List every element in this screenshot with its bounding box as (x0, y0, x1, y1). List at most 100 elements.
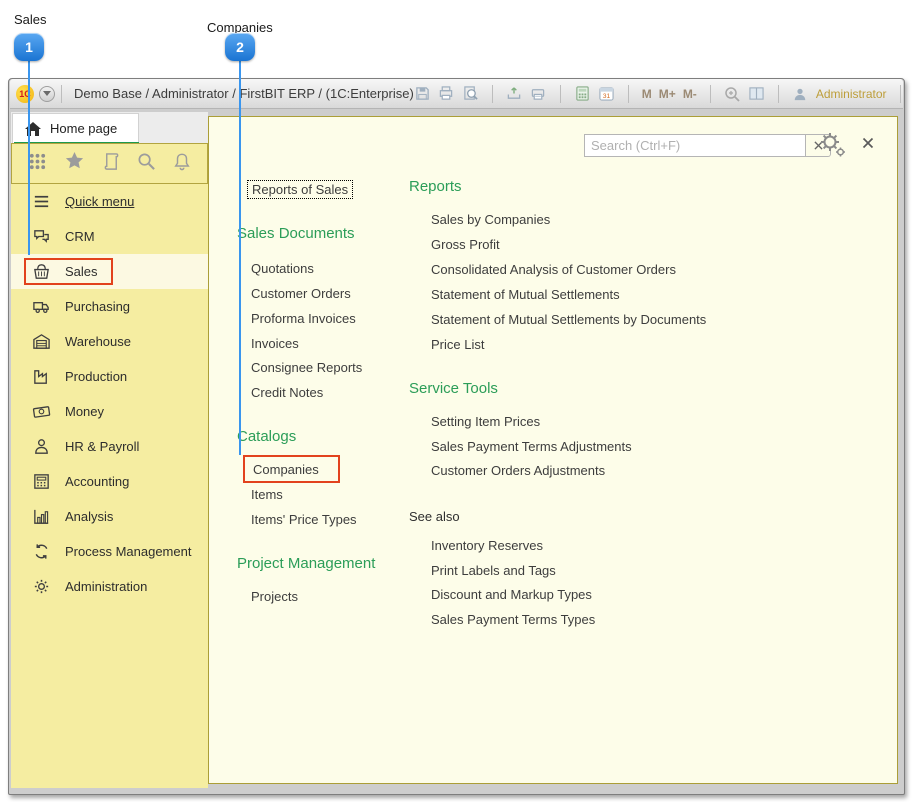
sidebar-item-label: Money (65, 404, 105, 419)
sidebar-item-sales[interactable]: Sales (11, 254, 208, 289)
chat-bubbles-icon (34, 230, 49, 243)
hamburger-icon (34, 195, 49, 208)
apps-grid-icon[interactable] (28, 152, 47, 176)
page: { "annotations": { "callout1": { "label"… (0, 0, 913, 802)
link-statement-by-documents[interactable]: Statement of Mutual Settlements by Docum… (431, 312, 706, 327)
link-invoices[interactable]: Invoices (251, 336, 299, 351)
home-page-panel: Reports of Sales Sales Documents Quotati… (208, 116, 898, 784)
calendar-icon[interactable]: 31 (598, 85, 615, 102)
section-title-sales-documents: Sales Documents (237, 225, 355, 242)
cycle-arrows-icon (35, 544, 48, 559)
link-price-list[interactable]: Price List (431, 337, 484, 352)
link-proforma-invoices[interactable]: Proforma Invoices (251, 311, 356, 326)
sidebar-item-label: CRM (65, 229, 95, 244)
section-title-project-management: Project Management (237, 555, 376, 572)
callout2-line (239, 61, 241, 455)
link-discount-and-markup-types[interactable]: Discount and Markup Types (431, 587, 592, 602)
sidebar-item-label: Process Management (65, 544, 192, 559)
settings-gears-icon[interactable] (817, 131, 847, 159)
divider (559, 84, 561, 103)
search-icon[interactable] (137, 152, 156, 176)
gear-icon (34, 579, 49, 594)
sidebar-item-quick-menu[interactable]: Quick menu (11, 184, 208, 219)
link-print-labels-and-tags[interactable]: Print Labels and Tags (431, 563, 556, 578)
calculator-icon[interactable] (574, 85, 591, 102)
current-user: Administrator (815, 86, 887, 101)
section-title-catalogs: Catalogs (237, 428, 297, 445)
memory-subtract-button[interactable]: M- (683, 87, 697, 101)
link-customer-orders[interactable]: Customer Orders (251, 286, 351, 301)
sidebar-item-analysis[interactable]: Analysis (11, 499, 208, 534)
sidebar-item-production[interactable]: Production (11, 359, 208, 394)
sidebar-item-accounting[interactable]: Accounting (11, 464, 208, 499)
zoom-icon[interactable] (724, 85, 741, 102)
link-reports-of-sales[interactable]: Reports of Sales (247, 180, 354, 199)
split-window-icon[interactable] (748, 85, 765, 102)
memory-add-button[interactable]: M+ (659, 87, 676, 101)
sidebar-item-warehouse[interactable]: Warehouse (11, 324, 208, 359)
print-preview-icon[interactable] (462, 85, 479, 102)
tab-strip: Home page (11, 112, 208, 145)
tab-home-page[interactable]: Home page (12, 113, 139, 145)
link-setting-item-prices[interactable]: Setting Item Prices (431, 414, 540, 429)
1c-logo-icon: 1C (16, 84, 34, 103)
sidebar-item-label: HR & Payroll (65, 439, 140, 454)
history-icon[interactable] (102, 152, 121, 176)
link-consignee-reports[interactable]: Consignee Reports (251, 360, 362, 375)
link-inventory-reserves[interactable]: Inventory Reserves (431, 538, 543, 553)
divider (491, 84, 493, 103)
section-title-reports: Reports (409, 178, 462, 195)
memory-recall-button[interactable]: M (642, 87, 652, 101)
divider (61, 84, 62, 103)
divider (627, 84, 629, 103)
user-icon (792, 85, 809, 102)
sidebar-item-label: Warehouse (65, 334, 131, 349)
link-projects[interactable]: Projects (251, 589, 298, 604)
link-sales-by-companies[interactable]: Sales by Companies (431, 212, 550, 227)
search-input[interactable] (584, 134, 806, 157)
sidebar-item-hr-payroll[interactable]: HR & Payroll (11, 429, 208, 464)
link-sales-payment-terms-types[interactable]: Sales Payment Terms Types (431, 612, 595, 627)
section-title-service-tools: Service Tools (409, 380, 498, 397)
link-items[interactable]: Items (251, 487, 283, 502)
banknote-icon (32, 406, 51, 418)
sidebar-item-label: Administration (65, 579, 148, 594)
link-credit-notes[interactable]: Credit Notes (251, 385, 323, 400)
link-consolidated-analysis[interactable]: Consolidated Analysis of Customer Orders (431, 262, 676, 277)
link-customer-orders-adjustments[interactable]: Customer Orders Adjustments (431, 463, 605, 478)
sidebar-item-label: Purchasing (65, 299, 131, 314)
link-items-price-types[interactable]: Items' Price Types (251, 512, 357, 527)
sidebar-item-purchasing[interactable]: Purchasing (11, 289, 208, 324)
print-icon[interactable] (438, 85, 455, 102)
titlebar: 1C Demo Base / Administrator / FirstBIT … (10, 79, 903, 109)
close-panel-icon[interactable] (862, 136, 880, 154)
sidebar-item-administration[interactable]: Administration (11, 569, 208, 604)
sidebar: Quick menu CRM Sales Purchasing Warehous… (11, 184, 208, 788)
tab-home-label: Home page (50, 121, 118, 136)
divider (899, 84, 901, 103)
sidebar-toolbar (11, 143, 208, 184)
divider (777, 84, 779, 103)
window-title: Demo Base / Administrator / FirstBIT ERP… (74, 86, 414, 101)
link-quotations[interactable]: Quotations (251, 261, 314, 276)
import-icon[interactable] (506, 85, 523, 102)
sidebar-item-label: Accounting (65, 474, 130, 489)
bar-chart-icon (34, 509, 49, 524)
companies-highlight-box (243, 455, 340, 483)
favorites-star-icon[interactable] (64, 151, 85, 176)
callout1-label: Sales (14, 12, 47, 27)
link-sales-payment-terms-adjustments[interactable]: Sales Payment Terms Adjustments (431, 439, 632, 454)
sidebar-item-label: Quick menu (65, 194, 135, 209)
sidebar-item-money[interactable]: Money (11, 394, 208, 429)
sidebar-item-process-management[interactable]: Process Management (11, 534, 208, 569)
save-icon[interactable] (414, 85, 431, 102)
person-icon (35, 439, 48, 454)
sidebar-item-crm[interactable]: CRM (11, 219, 208, 254)
link-gross-profit[interactable]: Gross Profit (431, 237, 500, 252)
link-statement-mutual-settlements[interactable]: Statement of Mutual Settlements (431, 287, 620, 302)
notifications-bell-icon[interactable] (173, 152, 191, 176)
divider (709, 84, 711, 103)
main-menu-dropdown[interactable] (39, 85, 55, 102)
print-documents-icon[interactable] (530, 85, 547, 102)
truck-icon (33, 302, 49, 314)
